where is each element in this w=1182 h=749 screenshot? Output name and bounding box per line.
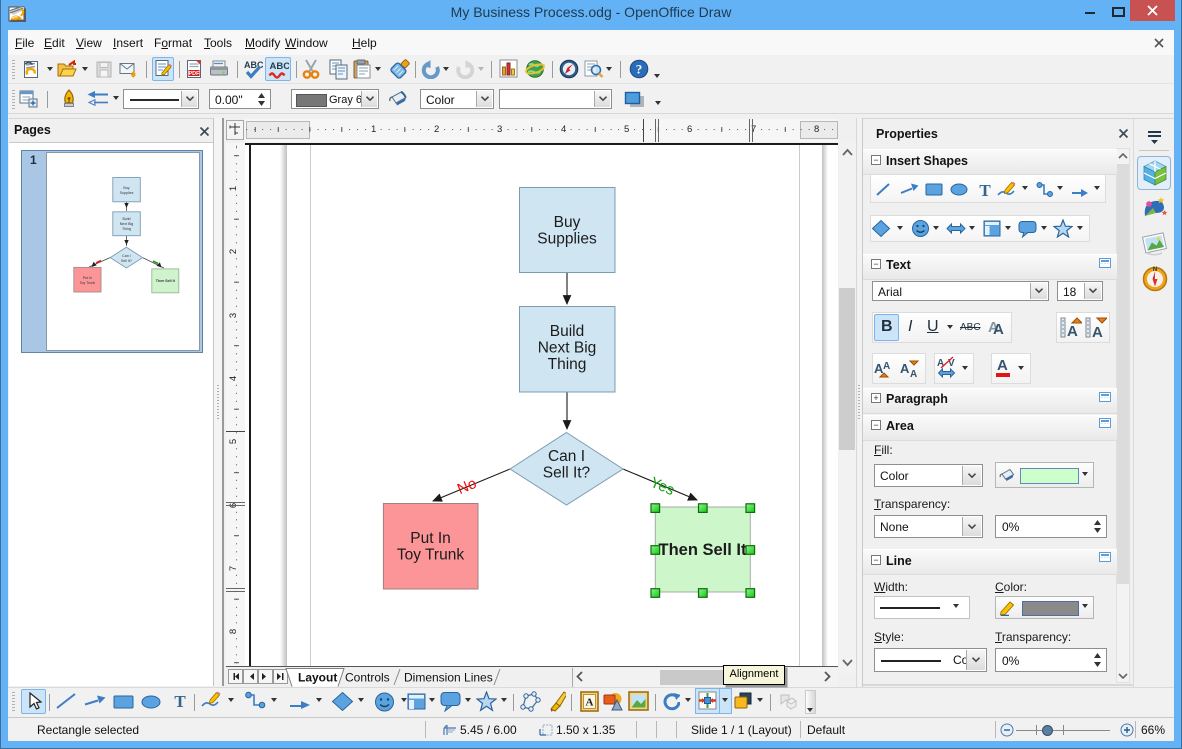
- svg-text:Then Sell It: Then Sell It: [658, 541, 747, 559]
- svg-text:Thing: Thing: [122, 227, 131, 231]
- svg-text:Thing: Thing: [548, 356, 587, 373]
- svg-text:PDF: PDF: [189, 71, 201, 77]
- svg-text:Supplies: Supplies: [537, 231, 597, 248]
- svg-text:Controls: Controls: [345, 671, 390, 685]
- svg-text:A: A: [1067, 323, 1078, 339]
- svg-text:Then Sell It: Then Sell It: [156, 279, 176, 283]
- svg-text:A: A: [937, 358, 944, 369]
- svg-text:Sell It?: Sell It?: [543, 465, 591, 482]
- svg-text:Buy: Buy: [123, 186, 129, 190]
- svg-text:Yes: Yes: [648, 474, 677, 499]
- svg-text:Sell It?: Sell It?: [121, 259, 132, 263]
- svg-text:Toy Trunk: Toy Trunk: [80, 281, 96, 285]
- svg-text:?: ?: [636, 62, 643, 77]
- svg-text:N: N: [1153, 267, 1157, 273]
- svg-text:No: No: [455, 475, 479, 498]
- svg-text:ABC: ABC: [270, 61, 290, 72]
- svg-text:Build: Build: [123, 217, 131, 221]
- svg-text:Next Big: Next Big: [538, 340, 597, 357]
- svg-text:Next Big: Next Big: [120, 222, 134, 226]
- svg-text:V: V: [948, 358, 955, 369]
- svg-text:Put In: Put In: [83, 276, 92, 280]
- svg-text:Toy Trunk: Toy Trunk: [397, 547, 464, 564]
- svg-text:A: A: [883, 361, 890, 372]
- svg-text:A: A: [586, 697, 594, 709]
- svg-text:Supplies: Supplies: [120, 191, 134, 195]
- svg-text:Layout: Layout: [298, 671, 337, 685]
- svg-text:T: T: [174, 692, 186, 709]
- svg-text:Buy: Buy: [554, 214, 581, 231]
- svg-text:Can I: Can I: [122, 254, 131, 258]
- svg-text:T: T: [979, 181, 991, 198]
- svg-text:A: A: [1092, 324, 1103, 339]
- svg-text:Dimension Lines: Dimension Lines: [404, 671, 493, 685]
- svg-text:Build: Build: [550, 323, 584, 340]
- svg-text:A: A: [900, 361, 910, 376]
- svg-text:Put In: Put In: [410, 530, 451, 547]
- svg-text:A: A: [910, 369, 917, 380]
- svg-text:Can I: Can I: [548, 448, 585, 465]
